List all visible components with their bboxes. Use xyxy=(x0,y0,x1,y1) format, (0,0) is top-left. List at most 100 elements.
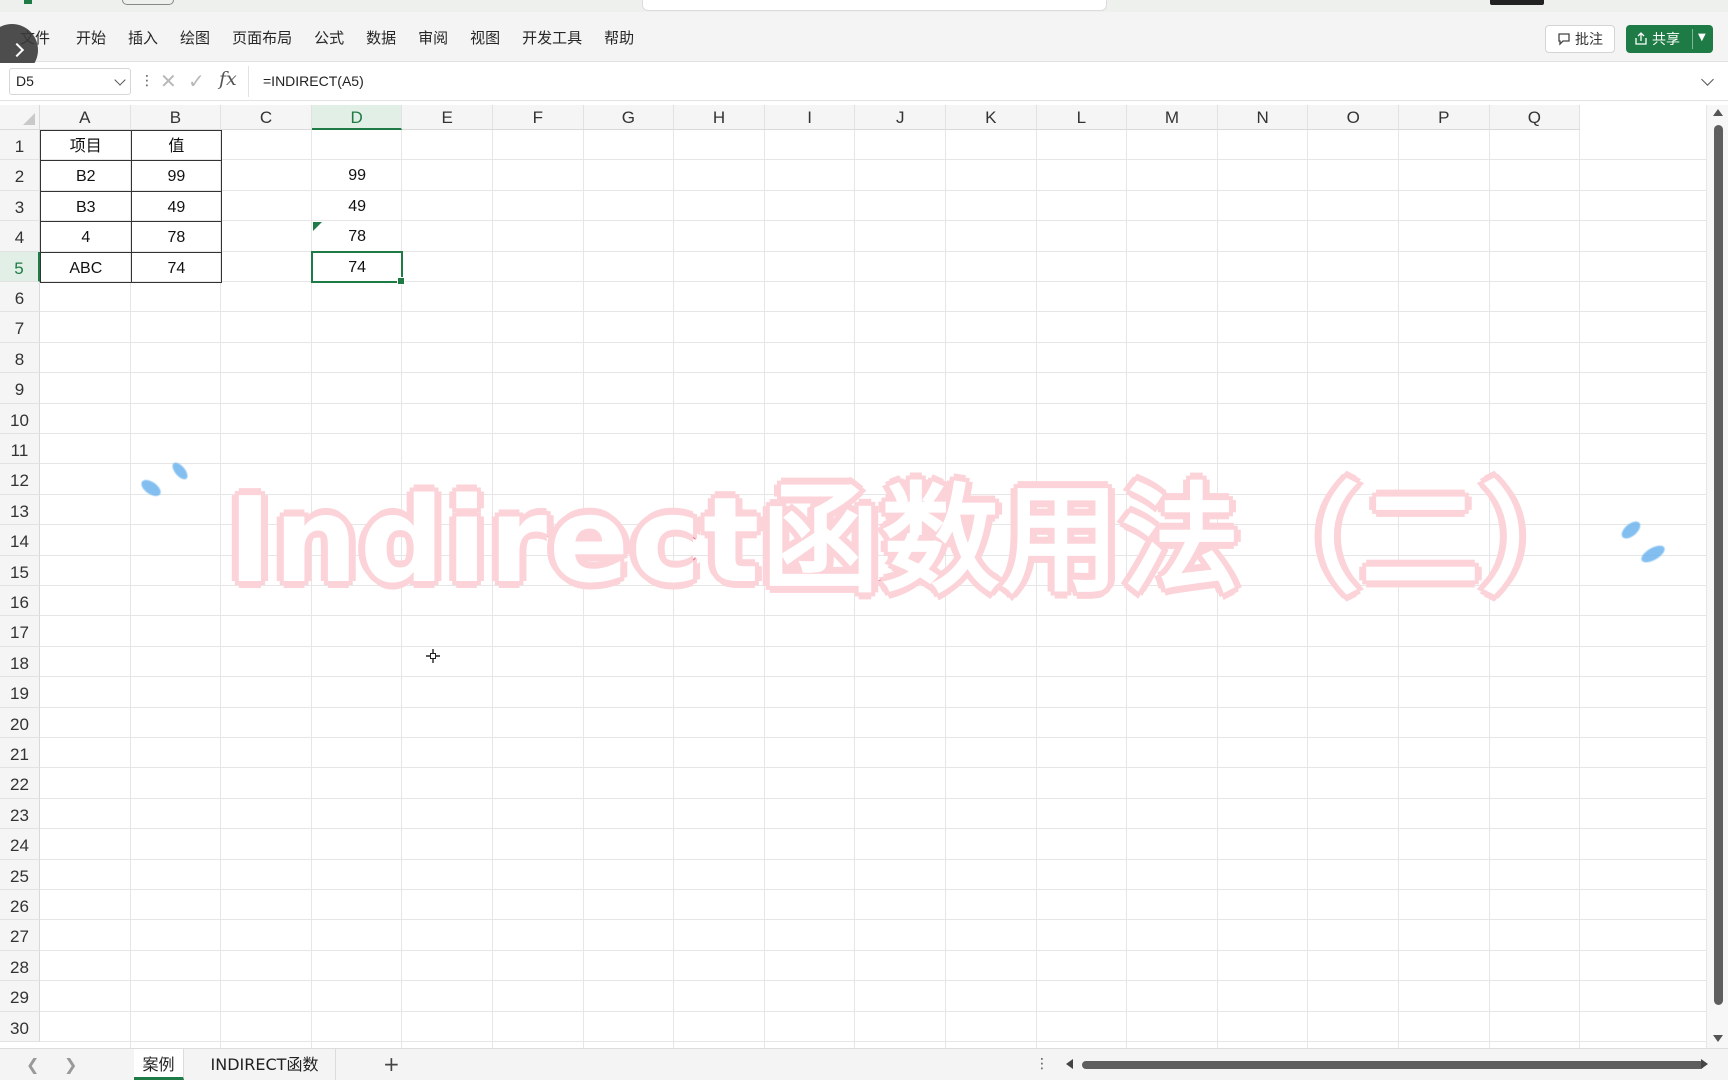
error-indicator-icon[interactable] xyxy=(312,222,322,232)
column-header-o[interactable]: O xyxy=(1308,105,1399,130)
column-header-e[interactable]: E xyxy=(402,105,493,130)
sheet-tab-indirect[interactable]: INDIRECT函数 xyxy=(194,1049,336,1080)
horizontal-scroll-thumb[interactable] xyxy=(1082,1061,1704,1069)
menu-help[interactable]: 帮助 xyxy=(604,27,634,48)
row-header-23[interactable]: 23 xyxy=(0,798,40,830)
column-header-g[interactable]: G xyxy=(583,105,675,130)
cell-d4[interactable]: 78 xyxy=(312,221,403,251)
more-options-icon[interactable]: ⋮ xyxy=(1035,1056,1049,1072)
sheet-tab-case[interactable]: 案例 xyxy=(134,1049,184,1080)
row-header-13[interactable]: 13 xyxy=(0,494,40,526)
expand-icon[interactable] xyxy=(1701,73,1714,86)
row-header-8[interactable]: 8 xyxy=(0,342,40,374)
row-header-29[interactable]: 29 xyxy=(0,981,40,1012)
cell-a5[interactable]: ABC xyxy=(40,251,132,283)
cell-a4[interactable]: 4 xyxy=(40,221,132,253)
column-header-c[interactable]: C xyxy=(221,105,312,130)
cell-b4[interactable]: 78 xyxy=(130,221,223,253)
more-options-icon[interactable]: ⋮ xyxy=(140,73,154,89)
row-header-16[interactable]: 16 xyxy=(0,586,40,617)
cell-b1[interactable]: 值 xyxy=(130,130,223,162)
menu-page-layout[interactable]: 页面布局 xyxy=(232,27,292,48)
scroll-up-icon[interactable] xyxy=(1713,109,1723,116)
cell-a1[interactable]: 项目 xyxy=(40,130,132,162)
share-button[interactable]: 共享 ▼ xyxy=(1626,25,1713,53)
row-header-28[interactable]: 28 xyxy=(0,950,40,982)
column-header-b[interactable]: B xyxy=(130,105,222,130)
cell-a2[interactable]: B2 xyxy=(40,160,132,192)
menu-formulas[interactable]: 公式 xyxy=(314,27,344,48)
row-header-21[interactable]: 21 xyxy=(0,738,40,769)
column-header-j[interactable]: J xyxy=(855,105,946,130)
row-header-7[interactable]: 7 xyxy=(0,312,40,343)
vertical-scroll-thumb[interactable] xyxy=(1714,125,1723,1005)
row-header-10[interactable]: 10 xyxy=(0,403,40,434)
menu-insert[interactable]: 插入 xyxy=(128,27,158,48)
row-header-15[interactable]: 15 xyxy=(0,555,40,586)
row-header-25[interactable]: 25 xyxy=(0,859,40,890)
column-header-m[interactable]: M xyxy=(1127,105,1218,130)
name-box[interactable]: D5 xyxy=(9,68,131,95)
next-sheet-icon[interactable]: ❯ xyxy=(64,1055,77,1074)
comment-button[interactable]: 批注 xyxy=(1545,25,1615,53)
row-header-17[interactable]: 17 xyxy=(0,616,40,647)
dropdown-icon[interactable] xyxy=(114,74,126,86)
horizontal-scrollbar[interactable] xyxy=(1060,1056,1708,1074)
search-box[interactable] xyxy=(642,0,1107,11)
row-header-4[interactable]: 4 xyxy=(0,221,40,252)
column-header-a[interactable]: A xyxy=(40,105,131,130)
confirm-icon[interactable]: ✓ xyxy=(188,69,205,93)
active-cell-selection[interactable] xyxy=(310,250,405,286)
menu-home[interactable]: 开始 xyxy=(76,27,106,48)
column-header-h[interactable]: H xyxy=(674,105,765,130)
row-header-20[interactable]: 20 xyxy=(0,707,40,738)
share-dropdown-icon[interactable]: ▼ xyxy=(1698,32,1706,43)
row-header-11[interactable]: 11 xyxy=(0,434,40,465)
scroll-down-icon[interactable] xyxy=(1713,1035,1723,1042)
column-header-f[interactable]: F xyxy=(493,105,584,130)
row-header-30[interactable]: 30 xyxy=(0,1011,40,1042)
row-header-1[interactable]: 1 xyxy=(0,130,40,161)
column-header-q[interactable]: Q xyxy=(1489,105,1581,130)
select-all-button[interactable] xyxy=(0,105,40,130)
column-header-n[interactable]: N xyxy=(1217,105,1309,130)
row-header-6[interactable]: 6 xyxy=(0,282,40,313)
cancel-icon[interactable]: ✕ xyxy=(160,69,177,93)
column-header-p[interactable]: P xyxy=(1399,105,1490,130)
function-icon[interactable]: fx xyxy=(219,68,237,90)
formula-input[interactable]: =INDIRECT(A5) xyxy=(248,66,1716,97)
menu-data[interactable]: 数据 xyxy=(366,27,396,48)
row-header-27[interactable]: 27 xyxy=(0,920,40,951)
row-header-2[interactable]: 2 xyxy=(0,160,40,191)
row-header-24[interactable]: 24 xyxy=(0,829,40,860)
row-header-9[interactable]: 9 xyxy=(0,373,40,404)
account-button[interactable] xyxy=(1490,0,1544,5)
column-header-i[interactable]: I xyxy=(764,105,856,130)
previous-sheet-icon[interactable]: ❮ xyxy=(26,1055,39,1074)
row-header-26[interactable]: 26 xyxy=(0,890,40,921)
vertical-scrollbar[interactable] xyxy=(1706,105,1728,1048)
menu-developer[interactable]: 开发工具 xyxy=(522,27,582,48)
cell-d3[interactable]: 49 xyxy=(312,191,403,221)
row-header-19[interactable]: 19 xyxy=(0,677,40,708)
row-header-5[interactable]: 5 xyxy=(0,251,40,282)
menu-view[interactable]: 视图 xyxy=(470,27,500,48)
cell-d2[interactable]: 99 xyxy=(312,160,403,190)
cell-b5[interactable]: 74 xyxy=(130,251,223,283)
cell-b3[interactable]: 49 xyxy=(130,190,223,223)
cell-b2[interactable]: 99 xyxy=(130,160,223,192)
row-header-14[interactable]: 14 xyxy=(0,525,40,556)
row-header-3[interactable]: 3 xyxy=(0,190,40,222)
scroll-right-icon[interactable] xyxy=(1701,1059,1708,1069)
menu-draw[interactable]: 绘图 xyxy=(180,27,210,48)
menu-review[interactable]: 审阅 xyxy=(418,27,448,48)
row-header-12[interactable]: 12 xyxy=(0,464,40,495)
autosave-toggle[interactable] xyxy=(122,0,174,5)
row-header-22[interactable]: 22 xyxy=(0,768,40,799)
add-sheet-button[interactable]: + xyxy=(383,1052,400,1076)
column-header-l[interactable]: L xyxy=(1036,105,1128,130)
column-header-d[interactable]: D xyxy=(311,105,403,130)
row-header-18[interactable]: 18 xyxy=(0,646,40,678)
cell-a3[interactable]: B3 xyxy=(40,190,132,223)
column-header-k[interactable]: K xyxy=(946,105,1037,130)
